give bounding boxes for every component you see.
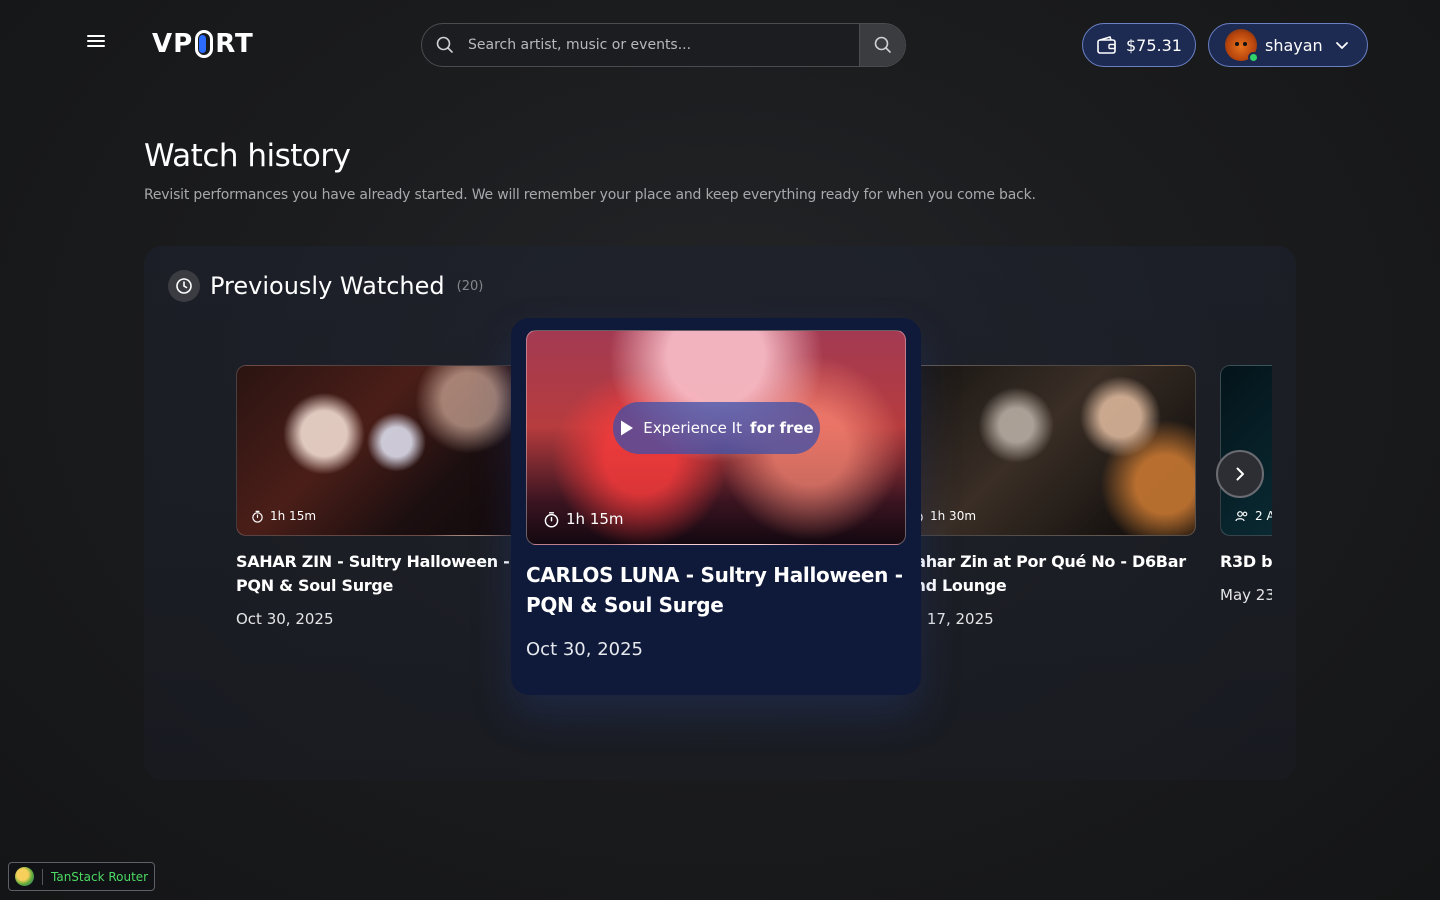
video-title[interactable]: CARLOS LUNA - Sultry Halloween - PQN & S…	[526, 560, 906, 620]
play-icon	[621, 420, 634, 436]
username: shayan	[1265, 35, 1323, 55]
stopwatch-icon	[252, 510, 263, 523]
user-menu-button[interactable]: shayan	[1208, 23, 1368, 67]
search-icon	[422, 35, 468, 55]
carousel-next-button[interactable]	[1216, 450, 1264, 498]
chevron-down-icon	[1336, 42, 1348, 49]
section-header: Previously Watched (20)	[168, 270, 483, 302]
section-title: Previously Watched	[210, 272, 445, 300]
video-title[interactable]: Sahar Zin at Por Qué No - D6Bar and Loun…	[904, 550, 1196, 598]
video-date: May 23, 2025	[1220, 586, 1272, 604]
search-submit-button[interactable]	[859, 24, 905, 66]
chevron-right-icon	[1236, 467, 1244, 481]
cta-prefix: Experience It	[643, 419, 742, 437]
search-bar	[421, 23, 906, 67]
artists-text: 2 Artists	[1255, 509, 1272, 523]
duration-text: 1h 30m	[930, 509, 977, 523]
video-card[interactable]: 1h 30m Sahar Zin at Por Qué No - D6Bar a…	[896, 365, 1196, 628]
search-icon	[874, 36, 891, 53]
clock-icon	[168, 270, 200, 302]
experience-free-button[interactable]: Experience It for free	[613, 402, 820, 454]
duration-badge: 1h 15m	[251, 509, 316, 523]
video-thumbnail[interactable]: 1h 15m	[236, 365, 528, 536]
wallet-icon	[1097, 36, 1116, 54]
video-date: Oct 30, 2025	[526, 639, 643, 660]
logo-o-mark	[195, 30, 214, 58]
online-status-dot	[1248, 52, 1259, 63]
users-icon	[1235, 511, 1248, 522]
stopwatch-icon	[544, 511, 559, 528]
logo-text-right: RT	[215, 29, 254, 59]
search-input[interactable]	[468, 37, 859, 53]
artists-badge: 2 Artists	[1235, 509, 1272, 523]
vport-logo[interactable]: VP RT	[152, 28, 254, 60]
logo-text-left: VP	[152, 29, 194, 59]
hamburger-menu-icon[interactable]	[84, 32, 108, 56]
featured-video-card[interactable]: Experience It for free 1h 15m CARLOS LUN…	[511, 318, 921, 695]
page-subtitle: Revisit performances you have already st…	[144, 187, 1036, 203]
video-date: Oct 30, 2025	[236, 610, 334, 628]
tanstack-router-devtools-button[interactable]: TanStack Router	[8, 862, 155, 891]
video-title[interactable]: SAHAR ZIN - Sultry Halloween - PQN & Sou…	[236, 550, 528, 598]
video-title[interactable]: R3D b2b - Illusion	[1220, 550, 1272, 574]
wallet-balance-button[interactable]: $75.31	[1082, 23, 1196, 67]
top-navigation-bar: VP RT $75.31 shayan	[0, 0, 1440, 90]
duration-text: 1h 15m	[566, 510, 624, 528]
duration-text: 1h 15m	[270, 509, 317, 523]
avatar	[1225, 29, 1259, 63]
video-thumbnail[interactable]: 1h 30m	[896, 365, 1196, 536]
video-thumbnail[interactable]: Experience It for free 1h 15m	[526, 330, 906, 545]
devtools-label: TanStack Router	[51, 869, 149, 884]
tanstack-logo-icon	[15, 867, 34, 886]
wallet-balance: $75.31	[1126, 35, 1182, 55]
divider	[42, 868, 43, 885]
section-count: (20)	[456, 278, 484, 294]
video-card[interactable]: 1h 15m SAHAR ZIN - Sultry Halloween - PQ…	[236, 365, 528, 628]
cta-bold: for free	[750, 419, 814, 437]
duration-badge: 1h 15m	[543, 510, 624, 528]
video-date: Jul 17, 2025	[904, 610, 994, 628]
page-title: Watch history	[144, 138, 351, 174]
